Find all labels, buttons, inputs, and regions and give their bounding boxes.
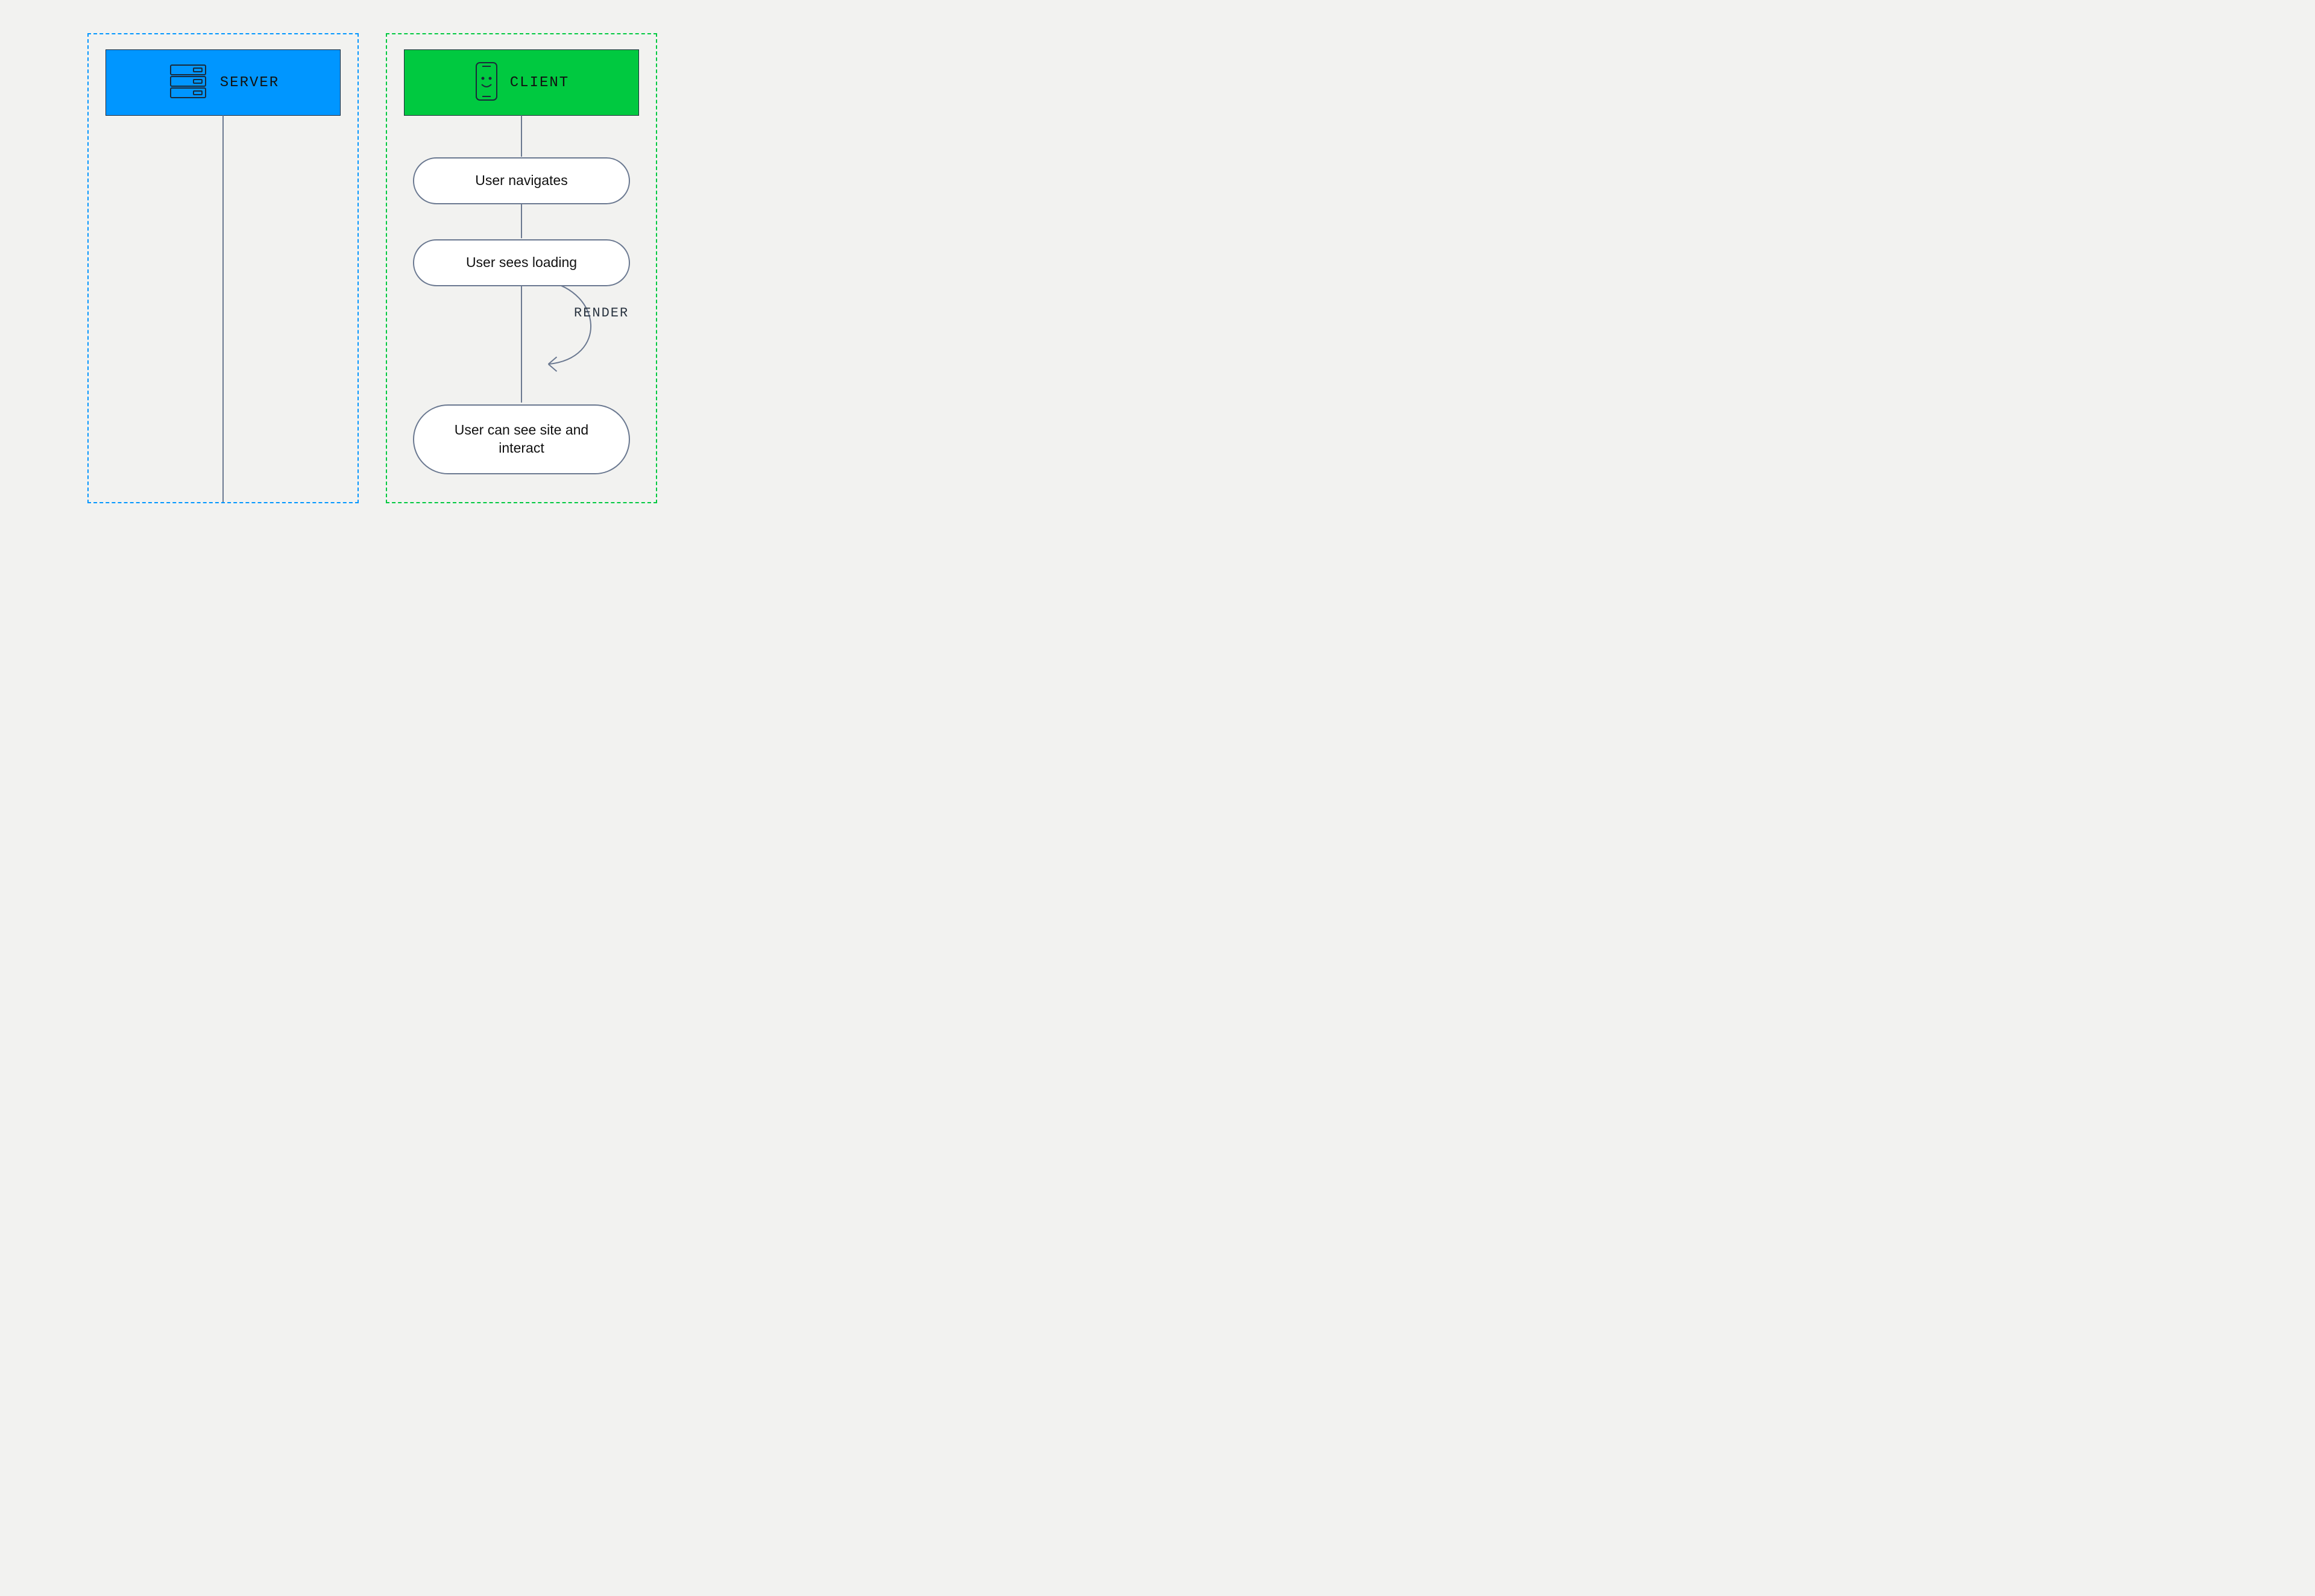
- client-step-label: User sees loading: [466, 254, 577, 272]
- render-transition-label: RENDER: [574, 306, 629, 321]
- client-step-label: User can see site and interact: [438, 421, 605, 457]
- phone-smile-icon: [474, 60, 499, 105]
- server-icon: [167, 63, 209, 103]
- server-panel: SERVER: [87, 33, 359, 503]
- client-panel: CLIENT User navigates User sees loading …: [386, 33, 657, 503]
- client-step-loading: User sees loading: [413, 239, 630, 286]
- client-step-interact: User can see site and interact: [413, 404, 630, 474]
- client-header: CLIENT: [404, 49, 639, 116]
- client-step-label: User navigates: [475, 172, 567, 190]
- server-header: SERVER: [106, 49, 341, 116]
- server-label: SERVER: [220, 75, 279, 91]
- client-label: CLIENT: [510, 75, 569, 91]
- client-step-navigates: User navigates: [413, 157, 630, 204]
